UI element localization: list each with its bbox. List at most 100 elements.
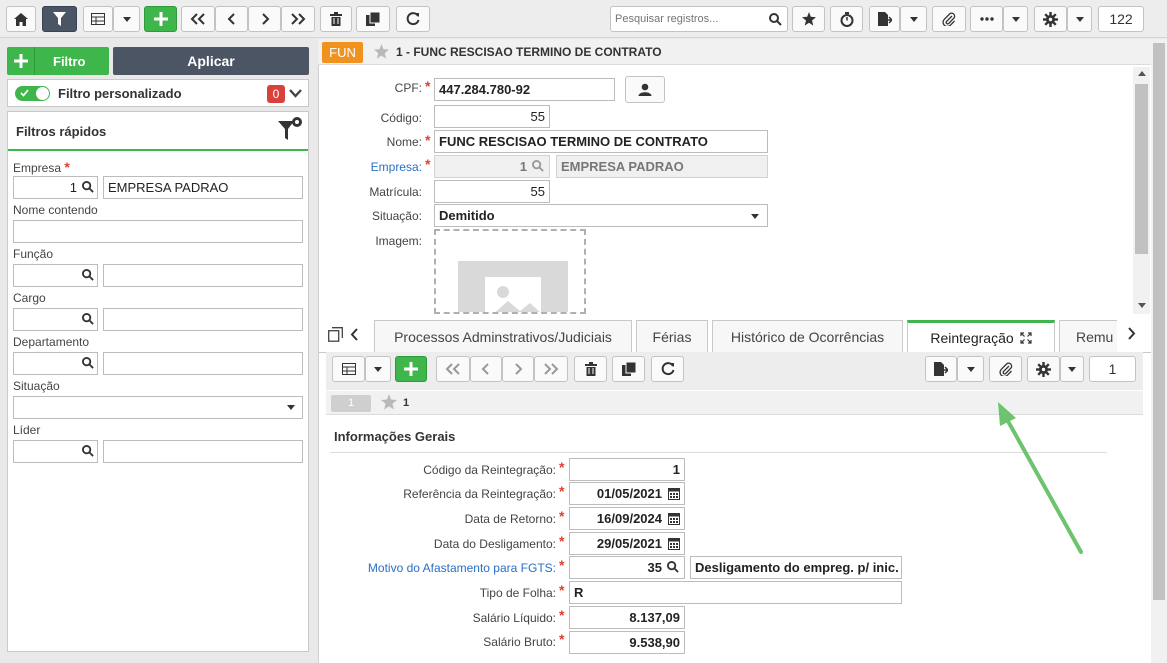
sub-first-button[interactable] — [436, 356, 470, 382]
tab-ferias[interactable]: Férias — [636, 320, 708, 352]
report-button[interactable] — [869, 6, 900, 32]
filter-settings-icon[interactable] — [277, 116, 303, 142]
settings-dropdown[interactable] — [1067, 6, 1092, 32]
scroll-thumb[interactable] — [1153, 43, 1165, 600]
search-box[interactable] — [610, 6, 788, 32]
star-icon[interactable] — [381, 394, 397, 410]
chevron-down-icon[interactable] — [289, 89, 302, 98]
star-icon[interactable] — [374, 44, 389, 59]
copy-icon — [621, 362, 636, 376]
image-placeholder[interactable] — [434, 229, 586, 314]
funcao-filter-name-input[interactable] — [103, 264, 303, 287]
copy-tabs-icon[interactable] — [328, 327, 343, 342]
first-record-button[interactable] — [181, 6, 215, 32]
main-scrollbar[interactable] — [1133, 67, 1150, 314]
chevron-left-icon[interactable] — [350, 328, 359, 341]
scroll-down-arrow[interactable] — [1138, 303, 1146, 308]
tab-remuneracao[interactable]: Remu — [1059, 320, 1117, 352]
sub-view-mode-button[interactable] — [332, 356, 365, 382]
sub-report-dropdown[interactable] — [957, 356, 984, 382]
search-icon[interactable] — [82, 181, 94, 193]
tab-reintegracao[interactable]: Reintegração — [907, 320, 1055, 353]
custom-filter-toggle[interactable] — [15, 86, 50, 101]
tipo-folha-input[interactable]: R — [569, 581, 902, 604]
nome-filter-input[interactable] — [13, 220, 303, 243]
next-record-button[interactable] — [248, 6, 281, 32]
stopwatch-icon — [840, 11, 853, 27]
codigo-reintegracao-label: Código da Reintegração: — [423, 463, 556, 477]
search-icon[interactable] — [667, 561, 679, 573]
codigo-reintegracao-input[interactable]: 1 — [569, 458, 685, 481]
refresh-button[interactable] — [396, 6, 430, 32]
search-input[interactable] — [611, 7, 761, 31]
sub-view-mode-dropdown[interactable] — [365, 356, 391, 382]
sub-settings-button[interactable] — [1027, 356, 1060, 382]
salario-bruto-input[interactable]: 9.538,90 — [569, 631, 685, 654]
scroll-up-arrow[interactable] — [1138, 71, 1146, 76]
search-icon[interactable] — [769, 13, 782, 26]
report-dropdown[interactable] — [900, 6, 927, 32]
lider-filter-label: Líder — [13, 423, 41, 437]
add-filter-button[interactable]: Filtro — [7, 47, 109, 75]
salario-liquido-input[interactable]: 8.137,09 — [569, 606, 685, 629]
more-options-button[interactable] — [970, 6, 1003, 32]
favorite-button[interactable] — [792, 6, 825, 32]
view-mode-button[interactable] — [83, 6, 113, 32]
calendar-icon[interactable] — [668, 512, 680, 525]
record-badge: FUN — [322, 42, 363, 63]
gear-icon — [1043, 11, 1058, 27]
sub-add-button[interactable] — [395, 356, 427, 382]
empresa-filter-name-input[interactable]: EMPRESA PADRAO — [103, 176, 303, 199]
person-lookup-button[interactable] — [625, 76, 665, 103]
page-scrollbar[interactable] — [1151, 39, 1167, 663]
sub-copy-button[interactable] — [612, 356, 645, 382]
situacao-filter-select[interactable] — [13, 396, 303, 419]
departamento-filter-name-input[interactable] — [103, 352, 303, 375]
copy-button[interactable] — [356, 6, 390, 32]
sub-attachment-button[interactable] — [989, 356, 1022, 382]
attachment-button[interactable] — [932, 6, 966, 32]
chevron-down-icon — [374, 366, 382, 372]
sub-last-button[interactable] — [534, 356, 568, 382]
empresa-link-label[interactable]: Empresa: — [340, 160, 422, 174]
more-options-dropdown[interactable] — [1003, 6, 1028, 32]
view-mode-dropdown[interactable] — [113, 6, 140, 32]
plus-icon — [153, 12, 168, 26]
codigo-input[interactable]: 55 — [434, 105, 550, 128]
search-icon[interactable] — [82, 445, 94, 457]
search-icon[interactable] — [82, 357, 94, 369]
scroll-thumb[interactable] — [1135, 84, 1148, 254]
situacao-select[interactable]: Demitido — [434, 204, 768, 227]
sub-delete-button[interactable] — [574, 356, 607, 382]
custom-filter-label: Filtro personalizado — [58, 86, 182, 101]
sub-settings-dropdown[interactable] — [1060, 356, 1084, 382]
add-record-button[interactable] — [144, 6, 177, 32]
home-button[interactable] — [6, 6, 36, 32]
apply-filter-button[interactable]: Aplicar — [113, 47, 309, 75]
delete-button[interactable] — [320, 6, 352, 32]
timer-button[interactable] — [830, 6, 863, 32]
settings-button[interactable] — [1034, 6, 1067, 32]
tab-historico[interactable]: Histórico de Ocorrências — [712, 320, 903, 352]
plus-icon — [7, 47, 35, 75]
sub-previous-button[interactable] — [470, 356, 502, 382]
sub-refresh-button[interactable] — [651, 356, 684, 382]
tab-processos[interactable]: Processos Adminstrativos/Judiciais — [374, 320, 632, 352]
chevron-right-icon[interactable] — [1127, 327, 1136, 340]
sub-next-button[interactable] — [502, 356, 534, 382]
filter-toggle-button[interactable] — [42, 6, 77, 32]
calendar-icon[interactable] — [668, 487, 680, 500]
search-icon[interactable] — [82, 313, 94, 325]
search-icon[interactable] — [82, 269, 94, 281]
matricula-input[interactable]: 55 — [434, 180, 550, 203]
expand-icon[interactable] — [1020, 332, 1032, 344]
cpf-input[interactable]: 447.284.780-92 — [434, 78, 615, 101]
cargo-filter-name-input[interactable] — [103, 308, 303, 331]
calendar-icon[interactable] — [668, 537, 680, 550]
sub-report-button[interactable] — [925, 356, 957, 382]
motivo-afastamento-link-label[interactable]: Motivo do Afastamento para FGTS: — [330, 561, 556, 575]
last-record-button[interactable] — [281, 6, 315, 32]
nome-input[interactable]: FUNC RESCISAO TERMINO DE CONTRATO — [434, 130, 768, 153]
previous-record-button[interactable] — [215, 6, 248, 32]
lider-filter-name-input[interactable] — [103, 440, 303, 463]
